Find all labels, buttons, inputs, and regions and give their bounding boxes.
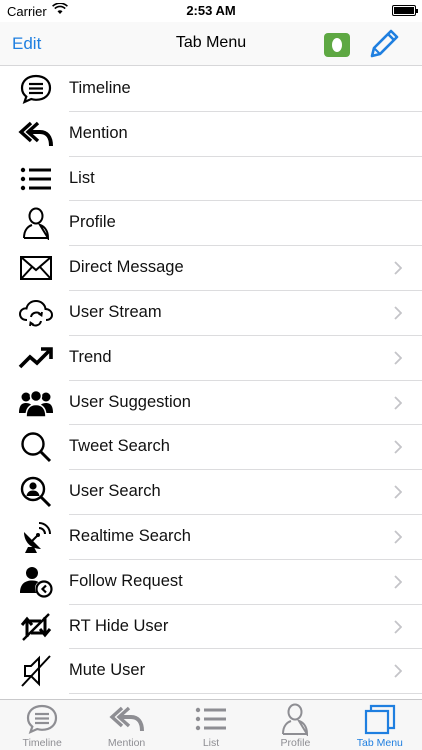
reply-all-icon bbox=[18, 118, 54, 150]
tab-label: Tab Menu bbox=[356, 737, 403, 749]
menu-item-label: Mute User bbox=[69, 661, 146, 680]
menu-item-mention[interactable]: Mention bbox=[0, 112, 422, 157]
menu-item-mute-user[interactable]: Mute User bbox=[0, 649, 422, 695]
menu-item-label: User Search bbox=[69, 482, 161, 501]
chevron-right-icon bbox=[394, 395, 403, 410]
menu-item-realtime-search[interactable]: Realtime Search bbox=[0, 515, 422, 560]
tab-label: Mention bbox=[107, 737, 146, 749]
retweet-hide-icon bbox=[18, 611, 54, 643]
menu-item-label: Follow Request bbox=[69, 571, 183, 590]
stacked-windows-icon bbox=[362, 703, 398, 735]
evernote-icon[interactable] bbox=[324, 33, 350, 57]
menu-item-user-suggestion[interactable]: User Suggestion bbox=[0, 381, 422, 426]
tab-timeline[interactable]: Timeline bbox=[0, 700, 84, 750]
tab-list[interactable]: List bbox=[169, 700, 253, 750]
menu-item-label: User Suggestion bbox=[69, 392, 191, 411]
chevron-right-icon bbox=[394, 440, 403, 455]
status-bar: Carrier 2:53 AM bbox=[0, 0, 422, 22]
menu-item-label: Trend bbox=[69, 347, 112, 366]
menu-item-label: List bbox=[69, 168, 95, 187]
list-icon bbox=[18, 163, 54, 195]
menu-item-direct-message[interactable]: Direct Message bbox=[0, 246, 422, 291]
menu-item-label: User Stream bbox=[69, 302, 162, 321]
chevron-right-icon bbox=[394, 530, 403, 544]
chevron-right-icon bbox=[394, 306, 403, 320]
chevron-right-icon bbox=[394, 351, 403, 365]
battery-icon bbox=[392, 5, 418, 16]
menu-item-label: Profile bbox=[69, 213, 116, 232]
tab-menu-list: Timeline Mention List Profile Direct Message… bbox=[0, 67, 422, 699]
speech-bubble-icon bbox=[24, 703, 60, 735]
menu-item-label: Timeline bbox=[69, 79, 131, 97]
menu-item-list[interactable]: List bbox=[0, 157, 422, 202]
tab-label: List bbox=[202, 737, 220, 749]
chevron-right-icon bbox=[394, 664, 403, 678]
person-icon bbox=[277, 703, 313, 736]
satellite-dish-icon bbox=[18, 521, 54, 553]
menu-item-tweet-search[interactable]: Tweet Search bbox=[0, 425, 422, 471]
menu-item-user-search[interactable]: User Search bbox=[0, 470, 422, 515]
list-icon bbox=[193, 703, 229, 735]
tab-profile[interactable]: Profile bbox=[253, 700, 337, 750]
navigation-bar: Edit Tab Menu bbox=[0, 22, 422, 66]
chevron-right-icon bbox=[394, 575, 403, 589]
menu-item-rt-hide-user[interactable]: RT Hide User bbox=[0, 605, 422, 650]
row-separator bbox=[69, 693, 422, 695]
tab-bar: Timeline Mention List Profile Tab Menu bbox=[0, 699, 422, 750]
menu-item-profile[interactable]: Profile bbox=[0, 201, 422, 247]
tab-label: Profile bbox=[280, 737, 311, 749]
cloud-sync-icon bbox=[18, 297, 54, 329]
menu-item-timeline[interactable]: Timeline bbox=[0, 67, 422, 112]
chevron-right-icon bbox=[394, 485, 403, 499]
reply-all-icon bbox=[109, 703, 145, 735]
follow-request-icon bbox=[18, 566, 54, 598]
menu-item-label: Realtime Search bbox=[69, 526, 191, 545]
speech-bubble-icon bbox=[18, 73, 54, 105]
menu-item-user-stream[interactable]: User Stream bbox=[0, 291, 422, 336]
envelope-icon bbox=[18, 252, 54, 284]
clock: 2:53 AM bbox=[186, 3, 236, 18]
person-icon bbox=[18, 207, 54, 241]
trend-up-icon bbox=[18, 342, 54, 374]
menu-item-label: RT Hide User bbox=[69, 616, 169, 635]
tab-label: Timeline bbox=[22, 737, 62, 749]
menu-item-follow-request[interactable]: Follow Request bbox=[0, 560, 422, 605]
user-search-icon bbox=[18, 476, 54, 508]
menu-item-label: Direct Message bbox=[69, 258, 184, 277]
chevron-right-icon bbox=[394, 619, 403, 634]
tab-mention[interactable]: Mention bbox=[84, 700, 168, 750]
menu-item-label: Tweet Search bbox=[69, 437, 170, 456]
magnifier-icon bbox=[18, 431, 54, 463]
chevron-right-icon bbox=[394, 261, 403, 275]
tab-tab-menu[interactable]: Tab Menu bbox=[338, 700, 422, 750]
mute-icon bbox=[18, 655, 54, 688]
group-icon bbox=[18, 387, 54, 419]
page-title: Tab Menu bbox=[175, 34, 247, 51]
compose-button[interactable] bbox=[366, 28, 402, 67]
menu-item-label: Mention bbox=[69, 123, 128, 142]
menu-item-trend[interactable]: Trend bbox=[0, 336, 422, 381]
pencil-icon bbox=[370, 29, 399, 58]
